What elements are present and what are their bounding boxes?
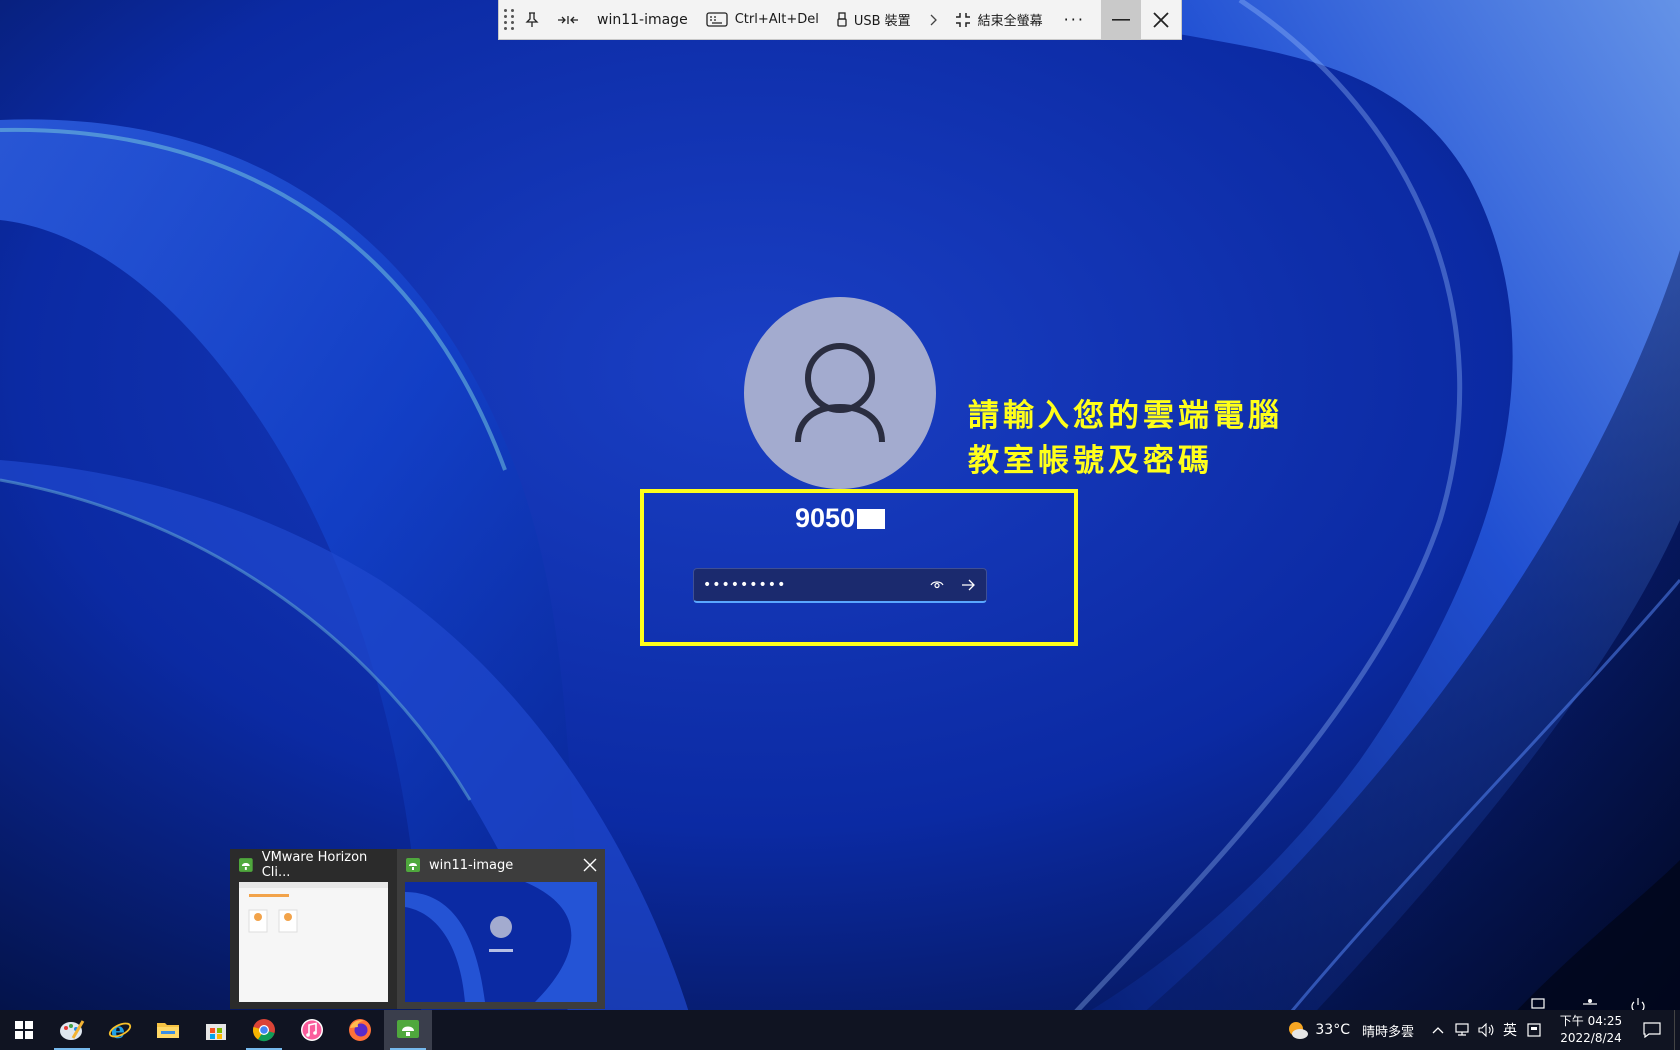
action-center-button[interactable] <box>1630 1022 1674 1038</box>
notification-icon <box>1643 1022 1661 1038</box>
horizon-app-icon <box>406 858 420 872</box>
taskbar-clock[interactable]: 下午 04:25 2022/8/24 <box>1552 1013 1630 1047</box>
more-options-button[interactable]: ··· <box>1052 0 1097 40</box>
clock-date: 2022/8/24 <box>1560 1031 1622 1045</box>
firefox-icon <box>349 1019 371 1041</box>
power-icon[interactable] <box>1628 997 1648 1011</box>
show-desktop-button[interactable] <box>1674 1010 1680 1050</box>
chevron-up-icon <box>1432 1027 1444 1034</box>
annotation-text: 請輸入您的雲端電腦 教室帳號及密碼 <box>968 394 1283 484</box>
taskbar-firefox[interactable] <box>336 1010 384 1050</box>
taskbar-itunes[interactable] <box>288 1010 336 1050</box>
annotation-line-1: 請輸入您的雲端電腦 <box>968 398 1283 434</box>
preview-win11-image[interactable]: win11-image <box>397 849 605 1009</box>
show-hidden-icons-button[interactable] <box>1426 1026 1450 1034</box>
ime-mode-button[interactable] <box>1522 1023 1546 1037</box>
accessibility-icon[interactable] <box>1580 997 1600 1011</box>
exit-fullscreen-label: 結束全螢幕 <box>977 14 1043 29</box>
taskbar-file-explorer[interactable] <box>144 1010 192 1050</box>
folder-icon <box>157 1023 179 1038</box>
keyboard-icon <box>706 12 728 27</box>
svg-text:e: e <box>111 1018 125 1042</box>
horizon-client-icon <box>397 1020 419 1038</box>
paint-icon <box>60 1020 85 1040</box>
exit-fullscreen-icon <box>955 12 970 27</box>
exit-fullscreen-button[interactable]: 結束全螢幕 <box>946 0 1052 40</box>
horizon-toolbar: win11-image Ctrl+Alt+Del USB 裝置 結束全螢幕 ··… <box>498 0 1182 40</box>
store-icon <box>206 1024 226 1040</box>
annotation-line-2: 教室帳號及密碼 <box>968 443 1213 479</box>
internet-explorer-icon: e <box>108 1018 132 1042</box>
weather-temperature: 33°C <box>1315 1022 1350 1038</box>
preview-head: VMware Horizon Cli... <box>230 849 397 881</box>
minimize-icon <box>1112 18 1130 21</box>
weather-condition: 晴時多雲 <box>1361 1024 1414 1040</box>
horizon-app-icon <box>239 858 253 872</box>
user-avatar <box>744 297 936 489</box>
network-icon <box>1455 1023 1469 1036</box>
chrome-icon <box>252 1019 275 1042</box>
more-options-icon: ··· <box>1063 10 1085 29</box>
taskbar: e 33°C 晴時多雲 英 下午 04:25 2022/8/24 <box>0 1010 1680 1050</box>
taskbar-store[interactable] <box>192 1010 240 1050</box>
clock-time: 下午 04:25 <box>1559 1014 1623 1028</box>
preview-thumbnail <box>239 882 388 1002</box>
usb-icon <box>837 12 847 27</box>
preview-head: win11-image <box>397 849 605 881</box>
fit-window-icon <box>558 15 578 24</box>
weather-widget[interactable]: 33°C 晴時多雲 <box>1287 1020 1414 1040</box>
user-icon <box>795 343 885 443</box>
start-button[interactable] <box>0 1010 48 1050</box>
taskbar-internet-explorer[interactable]: e <box>96 1010 144 1050</box>
ctrl-alt-del-label: Ctrl+Alt+Del <box>734 12 819 27</box>
pin-icon <box>525 11 539 27</box>
taskbar-paint[interactable] <box>48 1010 96 1050</box>
preview-thumbnail <box>405 882 597 1002</box>
ime-mode-icon <box>1527 1023 1541 1037</box>
volume-button[interactable] <box>1474 1023 1498 1037</box>
close-icon[interactable] <box>583 858 597 872</box>
desktop-title: win11-image <box>588 0 697 40</box>
usb-devices-button[interactable]: USB 裝置 <box>828 0 920 40</box>
pin-button[interactable] <box>516 0 548 40</box>
preview-title: VMware Horizon Cli... <box>261 850 368 880</box>
preview-horizon-client[interactable]: VMware Horizon Cli... <box>230 849 397 1009</box>
weather-partly-cloudy-icon <box>1289 1022 1309 1039</box>
drag-grip-icon[interactable] <box>502 5 516 35</box>
preview-title: win11-image <box>429 857 514 873</box>
taskbar-horizon-client[interactable] <box>384 1010 432 1050</box>
taskbar-preview-popup: VMware Horizon Cli... win11-image <box>230 849 605 1009</box>
close-icon <box>1153 11 1169 28</box>
close-button[interactable] <box>1141 0 1181 40</box>
network-button[interactable] <box>1450 1023 1474 1037</box>
taskbar-chrome[interactable] <box>240 1010 288 1050</box>
chevron-right-icon <box>930 14 937 25</box>
annotation-highlight-box <box>640 489 1078 646</box>
input-method-indicator[interactable]: 英 <box>1498 1020 1522 1040</box>
fit-window-button[interactable] <box>548 0 588 40</box>
system-tray: 33°C 晴時多雲 英 下午 04:25 2022/8/24 <box>1287 1010 1680 1050</box>
ctrl-alt-del-button[interactable]: Ctrl+Alt+Del <box>697 0 828 40</box>
windows-logo-icon <box>15 1021 33 1039</box>
expand-button[interactable] <box>920 0 946 40</box>
usb-devices-label: USB 裝置 <box>853 14 911 29</box>
itunes-icon <box>301 1019 323 1041</box>
toolbar-title: win11-image <box>597 11 688 28</box>
speaker-icon <box>1478 1023 1494 1037</box>
network-icon[interactable] <box>1530 997 1550 1011</box>
minimize-button[interactable] <box>1101 0 1141 40</box>
